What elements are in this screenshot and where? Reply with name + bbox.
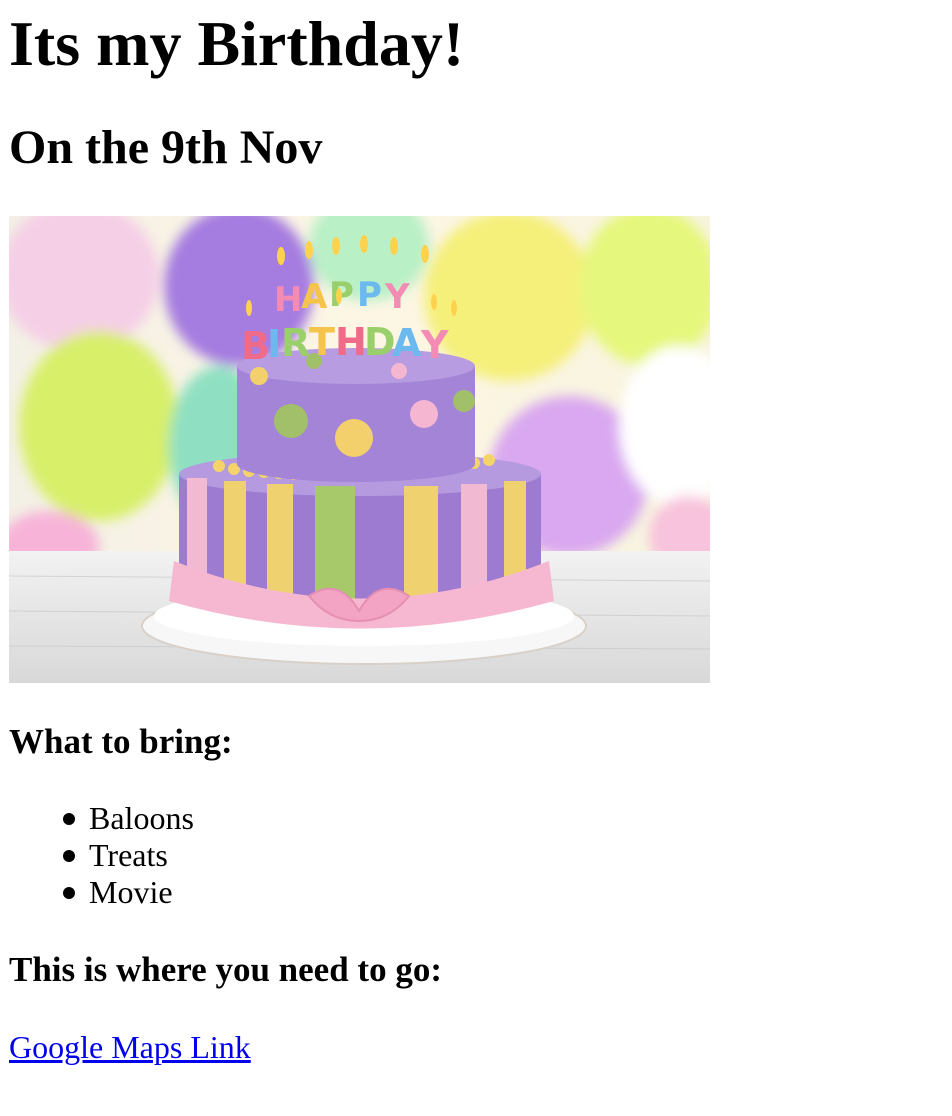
birthday-cake-image: H A P P Y B I R T H D A Y bbox=[9, 216, 710, 683]
svg-text:H: H bbox=[274, 280, 302, 320]
svg-text:A: A bbox=[301, 277, 328, 317]
list-item: Movie bbox=[9, 874, 194, 911]
list-item-label: Movie bbox=[89, 874, 173, 910]
svg-text:Y: Y bbox=[420, 323, 449, 367]
svg-text:A: A bbox=[392, 321, 422, 365]
svg-text:H: H bbox=[335, 320, 367, 364]
bullet-icon bbox=[63, 887, 75, 899]
page-title: Its my Birthday! bbox=[9, 8, 465, 79]
svg-text:P: P bbox=[357, 275, 382, 315]
svg-text:R: R bbox=[281, 321, 310, 365]
directions-heading: This is where you need to go: bbox=[9, 950, 442, 989]
list-item: Treats bbox=[9, 837, 194, 874]
list-item: Baloons bbox=[9, 800, 194, 837]
list-item-label: Baloons bbox=[89, 800, 194, 836]
what-to-bring-heading: What to bring: bbox=[9, 722, 233, 761]
list-item-label: Treats bbox=[89, 837, 168, 873]
bring-list: Baloons Treats Movie bbox=[9, 800, 194, 911]
page-subtitle: On the 9th Nov bbox=[9, 121, 323, 174]
svg-text:Y: Y bbox=[384, 277, 410, 317]
bullet-icon bbox=[63, 850, 75, 862]
svg-text:B: B bbox=[241, 324, 270, 368]
google-maps-link[interactable]: Google Maps Link bbox=[9, 1027, 251, 1067]
svg-text:I: I bbox=[267, 322, 281, 366]
svg-text:D: D bbox=[364, 320, 396, 364]
svg-text:T: T bbox=[309, 320, 335, 364]
bullet-icon bbox=[63, 813, 75, 825]
